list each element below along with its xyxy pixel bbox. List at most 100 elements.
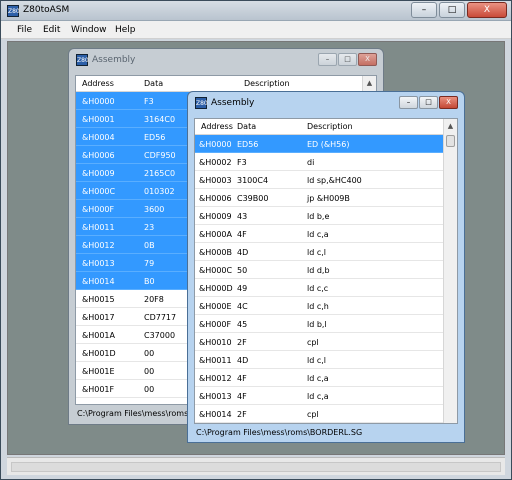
table-row[interactable]: &H001550ld d,b: [195, 423, 444, 424]
cell-data: 4F: [237, 230, 247, 239]
cell-address: &H001D: [82, 349, 116, 358]
cell-description: jp &H009B: [307, 194, 350, 203]
cell-data: 4C: [237, 302, 248, 311]
cell-data: 20F8: [144, 295, 164, 304]
scroll-thumb[interactable]: [446, 135, 455, 147]
cell-description: ld sp,&HC400: [307, 176, 362, 185]
back-grid-header: Address Data Description: [76, 76, 376, 92]
cell-data: ED56: [144, 133, 166, 142]
cell-address: &H0000: [199, 140, 232, 149]
cell-description: ED (&H56): [307, 140, 350, 149]
table-row[interactable]: &H0010 2F cpl: [195, 333, 444, 351]
cell-data: 4F: [237, 374, 247, 383]
front-assembly-grid[interactable]: Address Data Description &H0000 ED56 ED (&…: [194, 118, 458, 424]
cell-address: &H000D: [199, 284, 233, 293]
table-row[interactable]: &H000D 49 ld c,c: [195, 279, 444, 297]
back-minimize-button[interactable]: –: [318, 53, 337, 66]
column-header-data[interactable]: Data: [144, 79, 163, 88]
table-row[interactable]: &H000C 50 ld d,b: [195, 261, 444, 279]
mdi-horizontal-scrollbar[interactable]: [7, 457, 505, 475]
menu-file[interactable]: File: [17, 25, 32, 35]
cell-description: di: [307, 158, 315, 167]
cell-description: ld c,a: [307, 392, 329, 401]
menu-bar: File Edit Window Help: [1, 21, 511, 39]
table-row[interactable]: &H0011 4D ld c,l: [195, 351, 444, 369]
cell-address: &H0012: [199, 374, 232, 383]
column-header-description[interactable]: Description: [307, 122, 353, 131]
table-row[interactable]: &H0002 F3 di: [195, 153, 444, 171]
cell-description: ld b,l: [307, 320, 327, 329]
cell-address: &H000F: [82, 205, 115, 214]
table-row[interactable]: &H000B 4D ld c,l: [195, 243, 444, 261]
back-close-button[interactable]: X: [358, 53, 377, 66]
cell-description: ld d,b: [307, 266, 330, 275]
front-vertical-scrollbar[interactable]: ▲: [443, 119, 457, 423]
app-minimize-button[interactable]: –: [411, 2, 437, 18]
table-row[interactable]: &H0014 2F cpl: [195, 405, 444, 423]
cell-data: 00: [144, 349, 155, 358]
cell-address: &H0017: [82, 313, 115, 322]
table-row[interactable]: &H000F 45 ld b,l: [195, 315, 444, 333]
cell-address: &H001A: [82, 331, 115, 340]
cell-description: ld c,c: [307, 284, 329, 293]
assembly-window-icon: Z80: [195, 97, 208, 109]
cell-address: &H0002: [199, 158, 232, 167]
table-row[interactable]: &H000E 4C ld c,h: [195, 297, 444, 315]
menu-edit[interactable]: Edit: [43, 25, 60, 35]
cell-address: &H0014: [199, 410, 232, 419]
cell-address: &H0014: [82, 277, 115, 286]
cell-address: &H0012: [82, 241, 115, 250]
cell-address: &H001E: [82, 367, 115, 376]
cell-data: 2F: [237, 410, 247, 419]
cell-description: ld c,a: [307, 230, 329, 239]
cell-data: 00: [144, 367, 155, 376]
table-row[interactable]: &H0000 ED56 ED (&H56): [195, 135, 444, 153]
cell-data: 43: [237, 212, 248, 221]
table-row[interactable]: &H0003 3100C4 ld sp,&HC400: [195, 171, 444, 189]
table-row[interactable]: &H0009 43 ld b,e: [195, 207, 444, 225]
cell-address: &H0004: [82, 133, 115, 142]
cell-data: F3: [237, 158, 247, 167]
front-minimize-button[interactable]: –: [399, 96, 418, 109]
assembly-window-front[interactable]: Z80 Assembly – □ X Address Data Descript…: [187, 91, 465, 443]
front-window-title-bar[interactable]: Z80 Assembly – □ X: [188, 92, 464, 114]
cell-data: 79: [144, 259, 155, 268]
cell-address: &H0003: [199, 176, 232, 185]
front-status-path: C:\Program Files\mess\roms\BORDERL.SG: [196, 428, 363, 437]
table-row[interactable]: &H0006 C39B00 jp &H009B: [195, 189, 444, 207]
app-title-bar[interactable]: Z80 Z80toASM – □ X: [1, 1, 511, 21]
scroll-up-arrow-icon[interactable]: ▲: [444, 119, 457, 133]
cell-data: B0: [144, 277, 155, 286]
back-window-title: Assembly: [92, 55, 136, 65]
table-row[interactable]: &H000A 4F ld c,a: [195, 225, 444, 243]
front-maximize-button[interactable]: □: [419, 96, 438, 109]
cell-address: &H0009: [199, 212, 232, 221]
assembly-window-icon: Z80: [76, 54, 89, 66]
back-window-title-bar[interactable]: Z80 Assembly – □ X: [69, 49, 383, 71]
cell-address: &H0009: [82, 169, 115, 178]
cell-description: ld b,e: [307, 212, 330, 221]
column-header-description[interactable]: Description: [244, 79, 290, 88]
menu-help[interactable]: Help: [115, 25, 136, 35]
cell-data: C39B00: [237, 194, 269, 203]
menu-window[interactable]: Window: [71, 25, 107, 35]
cell-description: ld c,h: [307, 302, 329, 311]
app-maximize-button[interactable]: □: [439, 2, 465, 18]
cell-data: 00: [144, 403, 154, 404]
column-header-address[interactable]: Address: [201, 122, 233, 131]
front-close-button[interactable]: X: [439, 96, 458, 109]
column-header-address[interactable]: Address: [82, 79, 114, 88]
cell-address: &H000C: [199, 266, 233, 275]
cell-description: ld c,l: [307, 356, 327, 365]
table-row[interactable]: &H0013 4F ld c,a: [195, 387, 444, 405]
scroll-up-arrow-icon[interactable]: ▲: [363, 76, 376, 90]
app-close-button[interactable]: X: [467, 2, 507, 18]
cell-data: 50: [237, 266, 248, 275]
cell-data: 4D: [237, 248, 249, 257]
cell-data: 3600: [144, 205, 165, 214]
table-row[interactable]: &H0012 4F ld c,a: [195, 369, 444, 387]
cell-description: ld c,l: [307, 248, 327, 257]
back-maximize-button[interactable]: □: [338, 53, 357, 66]
column-header-data[interactable]: Data: [237, 122, 256, 131]
app-icon: Z80: [7, 5, 20, 17]
